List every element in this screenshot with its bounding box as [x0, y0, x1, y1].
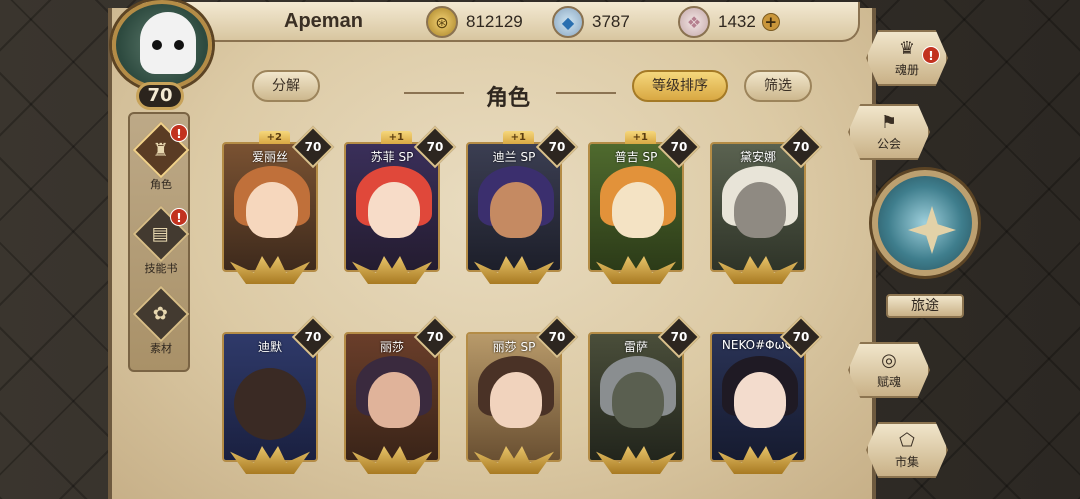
- character-card-alice[interactable]: 爱丽丝 +2 70: [222, 125, 335, 284]
- card-face: [368, 182, 420, 238]
- journey-label: 旅途: [886, 294, 964, 318]
- character-card-diana[interactable]: 黛安娜 70: [710, 125, 823, 284]
- gold-coin-icon: ⊛: [426, 6, 458, 38]
- character-card-neko[interactable]: NEKO#ΦωΦ 70: [710, 315, 823, 474]
- card-level: 70: [426, 330, 444, 344]
- card-face: [246, 182, 298, 238]
- crystal-currency: ❖ 1432 +: [678, 6, 780, 38]
- avatar-eye-right: [174, 40, 184, 50]
- sort-by-level-button[interactable]: 等级排序: [632, 70, 728, 102]
- card-bonus-badge: +1: [380, 131, 412, 144]
- journey-emblem-icon: [908, 206, 956, 254]
- disassemble-button[interactable]: 分解: [252, 70, 320, 102]
- card-face: [734, 372, 786, 428]
- crystal-value: 1432: [718, 12, 756, 31]
- card-level: 70: [792, 140, 810, 154]
- card-face: [612, 372, 664, 428]
- title-ornament-right: [556, 92, 616, 94]
- gem-value: 3787: [592, 12, 630, 31]
- card-level: 70: [670, 330, 688, 344]
- skillbooks-alert-badge: !: [170, 208, 188, 226]
- card-bonus-badge: +2: [258, 131, 290, 144]
- card-face: [612, 182, 664, 238]
- character-card-sophie-sp[interactable]: 苏菲 SP +1 70: [344, 125, 457, 284]
- character-card-dimo[interactable]: 迪默 70: [222, 315, 335, 474]
- character-card-dylan-sp[interactable]: 迪兰 SP +1 70: [466, 125, 579, 284]
- character-card-lisa[interactable]: 丽莎 70: [344, 315, 457, 474]
- avatar-portrait: [140, 12, 196, 74]
- collection-icon: ♛: [898, 38, 916, 59]
- crystal-icon: ❖: [678, 6, 710, 38]
- materials-icon: ✿: [132, 285, 190, 343]
- card-level: 70: [548, 330, 566, 344]
- nav-label-skillbooks: 技能书: [144, 262, 178, 275]
- player-level-badge: 70: [136, 82, 184, 110]
- characters-alert-badge: !: [170, 124, 188, 142]
- card-level: 70: [304, 330, 322, 344]
- card-level: 70: [670, 140, 688, 154]
- character-card-lisa-sp[interactable]: 丽莎 SP 70: [466, 315, 579, 474]
- market-label: 市集: [894, 455, 919, 469]
- card-face: [734, 182, 786, 238]
- left-nav: ♜ 角色 ! ▤ 技能书 ! ✿ 素材: [128, 112, 190, 372]
- nav-item-materials[interactable]: ✿ 素材: [130, 285, 192, 356]
- card-face: [490, 372, 542, 428]
- card-face: [234, 368, 306, 440]
- title-ornament-left: [404, 92, 464, 94]
- market-button[interactable]: ⬠ 市集: [866, 422, 948, 478]
- card-level: 70: [304, 140, 322, 154]
- soul-infuse-label: 赋魂: [876, 375, 901, 389]
- card-level: 70: [548, 140, 566, 154]
- nav-item-skillbooks[interactable]: ▤ 技能书 !: [130, 205, 192, 276]
- collection-label: 魂册: [894, 63, 919, 77]
- player-name: Apeman: [284, 10, 363, 32]
- card-face: [368, 372, 420, 428]
- journey-disc: [872, 170, 978, 276]
- guild-button[interactable]: ⚑ 公会: [848, 104, 930, 160]
- card-bonus-badge: +1: [624, 131, 656, 144]
- avatar-eye-left: [152, 40, 162, 50]
- market-gem-icon: ⬠: [899, 430, 915, 451]
- nav-label-characters: 角色: [150, 178, 172, 191]
- add-crystal-button[interactable]: +: [761, 13, 780, 31]
- nav-item-characters[interactable]: ♜ 角色 !: [130, 121, 192, 192]
- player-avatar[interactable]: [112, 0, 212, 90]
- blue-gem-icon: ◆: [552, 6, 584, 38]
- guild-label: 公会: [876, 137, 901, 151]
- card-art: [712, 334, 804, 460]
- filter-button[interactable]: 筛选: [744, 70, 812, 102]
- card-level: 70: [426, 140, 444, 154]
- collection-alert-badge: !: [922, 46, 940, 64]
- soul-infuse-button[interactable]: ◎ 赋魂: [848, 342, 930, 398]
- page-title: 角色: [485, 86, 530, 111]
- guild-flag-icon: ⚑: [880, 112, 898, 133]
- character-card-leisa[interactable]: 雷萨 70: [588, 315, 701, 474]
- gem-currency: ◆ 3787: [552, 6, 630, 38]
- card-bonus-badge: +1: [502, 131, 534, 144]
- nav-label-materials: 素材: [150, 342, 172, 355]
- gold-value: 812129: [466, 12, 523, 31]
- card-level: 70: [792, 330, 810, 344]
- card-face: [490, 182, 542, 238]
- character-card-puji-sp[interactable]: 普吉 SP +1 70: [588, 125, 701, 284]
- journey-button[interactable]: 旅途: [866, 164, 986, 318]
- soul-swirl-icon: ◎: [881, 350, 897, 371]
- gold-currency: ⊛ 812129: [426, 6, 523, 38]
